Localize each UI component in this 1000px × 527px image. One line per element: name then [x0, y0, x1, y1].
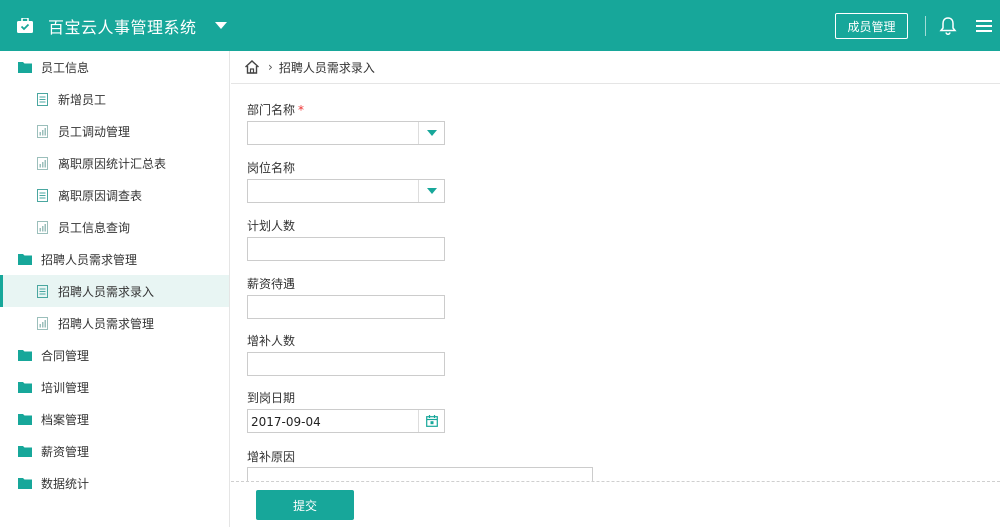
folder-icon [18, 60, 32, 74]
sidebar-item-label: 离职原因调查表 [58, 188, 143, 203]
sidebar-item-label: 薪资管理 [41, 444, 90, 459]
supplement-count-input[interactable] [247, 352, 445, 376]
menu-icon[interactable] [976, 18, 992, 34]
planned-count-label: 计划人数 [247, 219, 296, 233]
sidebar-item-archive[interactable]: 档案管理 [0, 403, 229, 435]
supplement-count-label: 增补人数 [247, 334, 296, 348]
sidebar-item-contract[interactable]: 合同管理 [0, 339, 229, 371]
salary-input[interactable] [247, 295, 445, 319]
calendar-icon[interactable] [418, 410, 444, 432]
member-management-button[interactable]: 成员管理 [835, 13, 908, 39]
sidebar-item-label: 新增员工 [58, 92, 107, 107]
sidebar-item-label: 招聘人员需求管理 [41, 252, 138, 267]
document-icon [35, 92, 49, 106]
arrival-date-label: 到岗日期 [247, 391, 296, 405]
breadcrumb-separator: › [268, 60, 273, 74]
sidebar-item-employee-transfer[interactable]: 员工调动管理 [0, 115, 229, 147]
app-title: 百宝云人事管理系统 [48, 17, 197, 37]
chevron-down-icon[interactable] [418, 180, 444, 202]
department-label: 部门名称 * [247, 103, 305, 117]
sidebar-item-label: 合同管理 [41, 348, 90, 363]
sidebar-item-label: 档案管理 [41, 412, 90, 427]
sidebar-item-label: 培训管理 [41, 380, 90, 395]
sidebar-item-salary[interactable]: 薪资管理 [0, 435, 229, 467]
chevron-down-icon[interactable] [214, 22, 227, 29]
sidebar-item-label: 数据统计 [41, 476, 90, 491]
sidebar-item-label: 员工信息 [41, 60, 90, 75]
home-icon[interactable] [244, 59, 260, 75]
position-select[interactable] [247, 179, 445, 203]
sidebar-item-label: 招聘人员需求录入 [58, 284, 155, 299]
sidebar-item-label: 员工调动管理 [58, 124, 131, 139]
arrival-date-input[interactable]: 2017-09-04 [247, 409, 445, 433]
sidebar-item-employee-info[interactable]: 员工信息 [0, 51, 229, 83]
sidebar-item-label: 员工信息查询 [58, 220, 131, 235]
breadcrumb: › 招聘人员需求录入 [231, 51, 1000, 84]
sidebar-item-new-employee[interactable]: 新增员工 [0, 83, 229, 115]
chevron-down-icon[interactable] [418, 122, 444, 144]
folder-icon [18, 380, 32, 394]
header-divider [925, 16, 926, 36]
sidebar-item-employee-query[interactable]: 员工信息查询 [0, 211, 229, 243]
sidebar-item-recruitment-entry[interactable]: 招聘人员需求录入 [0, 275, 229, 307]
sidebar-item-resignation-survey[interactable]: 离职原因调查表 [0, 179, 229, 211]
bell-icon[interactable] [939, 16, 957, 36]
salary-label: 薪资待遇 [247, 277, 296, 291]
sidebar-item-label: 招聘人员需求管理 [58, 316, 155, 331]
document-icon [35, 188, 49, 202]
sidebar-item-recruitment-manage[interactable]: 招聘人员需求管理 [0, 307, 229, 339]
report-icon [35, 124, 49, 138]
position-label: 岗位名称 [247, 161, 296, 175]
planned-count-input[interactable] [247, 237, 445, 261]
submit-button[interactable]: 提交 [256, 490, 354, 520]
arrival-date-value: 2017-09-04 [251, 415, 321, 429]
report-icon [35, 316, 49, 330]
document-icon [35, 284, 49, 298]
sidebar-item-recruitment[interactable]: 招聘人员需求管理 [0, 243, 229, 275]
folder-icon [18, 252, 32, 266]
supplement-reason-label: 增补原因 [247, 450, 296, 464]
folder-icon [18, 444, 32, 458]
sidebar: 员工信息 新增员工 员工调动管理 离职原因统计汇总表 离职原因调查表 员工信息查… [0, 51, 230, 527]
breadcrumb-current: 招聘人员需求录入 [278, 60, 375, 75]
report-icon [35, 156, 49, 170]
brand: 百宝云人事管理系统 [16, 0, 227, 51]
department-select[interactable] [247, 121, 445, 145]
folder-icon [18, 476, 32, 490]
sidebar-item-resignation-summary[interactable]: 离职原因统计汇总表 [0, 147, 229, 179]
briefcase-icon [16, 17, 34, 35]
sidebar-item-training[interactable]: 培训管理 [0, 371, 229, 403]
folder-icon [18, 412, 32, 426]
sidebar-item-label: 离职原因统计汇总表 [58, 156, 167, 171]
report-icon [35, 220, 49, 234]
sidebar-item-statistics[interactable]: 数据统计 [0, 467, 229, 499]
required-mark: * [298, 103, 305, 117]
top-header: 百宝云人事管理系统 成员管理 [0, 0, 1000, 51]
folder-icon [18, 348, 32, 362]
